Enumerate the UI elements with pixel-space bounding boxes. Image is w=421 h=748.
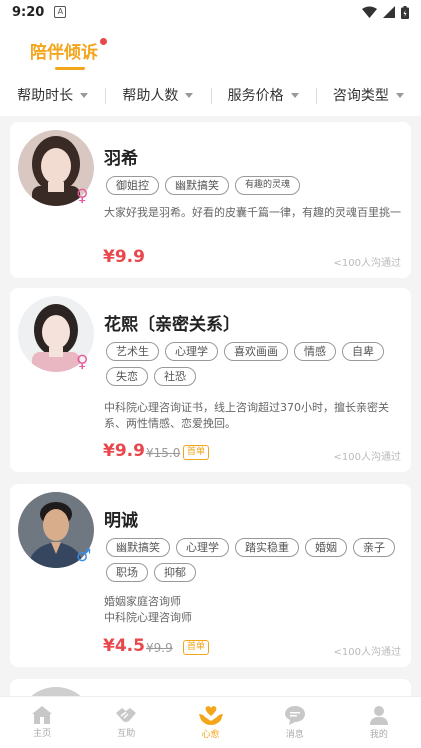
counselor-card[interactable]: ♂ 明诚 幽默搞笑 心理学 踏实稳重 婚姻 亲子 职场 抑郁 婚姻家庭咨询师 中…	[10, 484, 411, 667]
title-dot-icon	[100, 38, 107, 45]
counselor-name: 羽希	[104, 149, 138, 169]
tag-list: 御姐控 幽默搞笑 有趣的灵魂	[106, 176, 406, 195]
filter-label: 服务价格	[227, 88, 284, 104]
tag: 失恋	[106, 367, 148, 386]
filter-consult-type[interactable]: 咨询类型	[315, 85, 421, 105]
description-line: 中科院心理咨询师	[104, 611, 192, 624]
tab-messages[interactable]: 消息	[253, 697, 337, 748]
consult-count: <100人沟通过	[333, 647, 401, 658]
chat-icon	[284, 705, 305, 725]
tag: 踏实稳重	[235, 538, 299, 557]
filter-bar: 帮助时长 帮助人数 服务价格 咨询类型	[0, 74, 421, 116]
battery-icon	[401, 5, 409, 19]
counselor-card[interactable]	[10, 679, 411, 696]
tab-home[interactable]: 主页	[0, 697, 84, 748]
tag: 自卑	[342, 342, 384, 361]
tab-heal[interactable]: 心愈	[168, 697, 252, 748]
counselor-description: 大家好我是羽希。好看的皮囊千篇一律，有趣的灵魂百里挑一	[104, 206, 401, 219]
tag: 职场	[106, 563, 148, 582]
counselor-description: 婚姻家庭咨询师 中科院心理咨询师	[104, 594, 404, 626]
status-icons	[362, 5, 409, 19]
status-time: 9:20	[12, 4, 45, 20]
male-icon: ♂	[76, 546, 92, 566]
header: 陪伴倾诉	[0, 24, 421, 74]
female-icon: ♀	[76, 186, 89, 206]
tag: 喜欢画画	[224, 342, 288, 361]
caret-down-icon	[290, 92, 299, 98]
consult-count: <100人沟通过	[333, 452, 401, 463]
tag: 艺术生	[106, 342, 159, 361]
female-icon: ♀	[76, 352, 89, 372]
tab-label: 我的	[369, 729, 388, 740]
counselor-description: 中科院心理咨询证书，线上咨询超过370小时，擅长亲密关系、两性情感、恋爱挽回。	[104, 401, 389, 430]
filter-label: 咨询类型	[332, 88, 389, 104]
filter-label: 帮助时长	[17, 88, 74, 104]
counselor-name: 花熙〔亲密关系〕	[104, 315, 240, 335]
notification-icon: A	[54, 6, 67, 18]
tag: 幽默搞笑	[106, 538, 170, 557]
tab-label: 消息	[285, 729, 304, 740]
signal-icon	[383, 6, 395, 18]
tag: 婚姻	[305, 538, 347, 557]
tag: 御姐控	[106, 176, 159, 195]
tag: 有趣的灵魂	[235, 176, 301, 195]
caret-down-icon	[395, 92, 404, 98]
page-title-text: 陪伴倾诉	[30, 43, 98, 63]
filter-label: 帮助人数	[122, 88, 179, 104]
tab-label: 心愈	[201, 730, 220, 740]
heart-hands-icon	[198, 706, 223, 725]
first-order-badge: 首单	[183, 640, 210, 655]
bottom-tab-bar: 主页 互助 心愈 消息 我的	[0, 696, 421, 748]
filter-duration[interactable]: 帮助时长	[0, 85, 105, 105]
original-price: ¥15.0	[146, 446, 181, 460]
handshake-icon	[116, 708, 137, 722]
caret-down-icon	[185, 92, 194, 98]
avatar[interactable]	[18, 687, 94, 696]
tab-mutual-help[interactable]: 互助	[84, 697, 168, 748]
tag-list: 艺术生 心理学 喜欢画画 情感 自卑 失恋 社恐	[106, 342, 406, 386]
tag: 抑郁	[154, 563, 196, 582]
counselor-list[interactable]: ♀ 羽希 御姐控 幽默搞笑 有趣的灵魂 大家好我是羽希。好看的皮囊千篇一律，有趣…	[0, 116, 421, 696]
filter-helped-count[interactable]: 帮助人数	[105, 85, 210, 105]
tag: 亲子	[353, 538, 395, 557]
price: ¥9.9	[103, 441, 145, 461]
filter-price[interactable]: 服务价格	[210, 85, 316, 105]
tab-profile[interactable]: 我的	[337, 697, 421, 748]
tag: 心理学	[165, 342, 218, 361]
caret-down-icon	[80, 92, 89, 98]
original-price: ¥9.9	[146, 641, 173, 655]
user-icon	[369, 705, 388, 725]
title-underline	[55, 67, 85, 70]
consult-count: <100人沟通过	[333, 258, 401, 269]
tag: 幽默搞笑	[165, 176, 229, 195]
tab-label: 互助	[117, 729, 136, 739]
tag: 心理学	[176, 538, 229, 557]
counselor-card[interactable]: ♀ 羽希 御姐控 幽默搞笑 有趣的灵魂 大家好我是羽希。好看的皮囊千篇一律，有趣…	[10, 122, 411, 278]
tag: 社恐	[154, 367, 196, 386]
price: ¥4.5	[103, 636, 145, 656]
wifi-icon	[362, 6, 377, 18]
tab-label: 主页	[33, 729, 52, 739]
counselor-name: 明诚	[104, 511, 138, 531]
page-title[interactable]: 陪伴倾诉	[30, 38, 107, 63]
tag-list: 幽默搞笑 心理学 踏实稳重 婚姻 亲子 职场 抑郁	[106, 538, 406, 582]
price: ¥9.9	[103, 247, 145, 267]
first-order-badge: 首单	[183, 445, 210, 460]
home-icon	[32, 706, 53, 724]
counselor-card[interactable]: ♀ 花熙〔亲密关系〕 艺术生 心理学 喜欢画画 情感 自卑 失恋 社恐 中科院心…	[10, 288, 411, 472]
status-bar: 9:20 A	[0, 0, 421, 24]
description-line: 婚姻家庭咨询师	[104, 595, 181, 608]
tag: 情感	[294, 342, 336, 361]
